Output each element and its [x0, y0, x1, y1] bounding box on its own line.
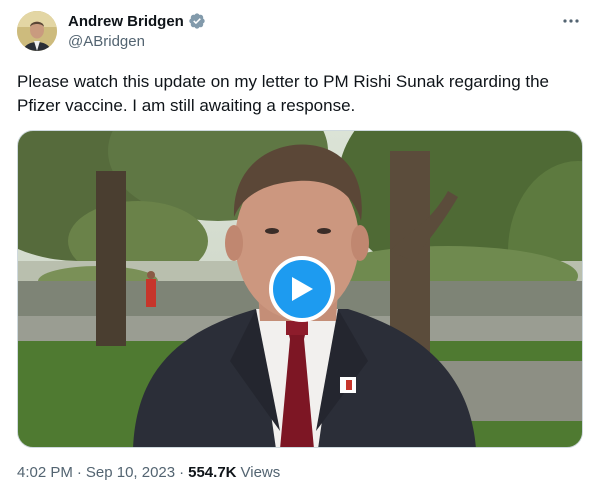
name-row: Andrew Bridgen [68, 11, 206, 31]
more-icon [563, 19, 579, 23]
meta-separator: · [76, 464, 82, 481]
play-button[interactable] [269, 256, 335, 322]
play-icon [292, 277, 313, 301]
tweet-meta: 4:02 PM · Sep 10, 2023 · 554.7K Views [17, 464, 280, 481]
tweet-time[interactable]: 4:02 PM [17, 464, 73, 481]
avatar[interactable] [17, 11, 57, 51]
verified-badge-icon [188, 12, 206, 30]
tweet-text: Please watch this update on my letter to… [17, 72, 550, 115]
more-options-button[interactable] [560, 10, 582, 32]
views-count: 554.7K [188, 464, 237, 481]
views-label: Views [240, 464, 281, 481]
tweet-card: Andrew Bridgen @ABridgen Please watch th… [0, 0, 600, 495]
meta-separator: · [179, 464, 185, 481]
tweet-date[interactable]: Sep 10, 2023 [86, 464, 175, 481]
user-handle[interactable]: @ABridgen [68, 33, 206, 50]
author-block: Andrew Bridgen @ABridgen [68, 11, 206, 50]
display-name[interactable]: Andrew Bridgen [68, 13, 184, 30]
video-thumbnail[interactable] [17, 130, 583, 448]
